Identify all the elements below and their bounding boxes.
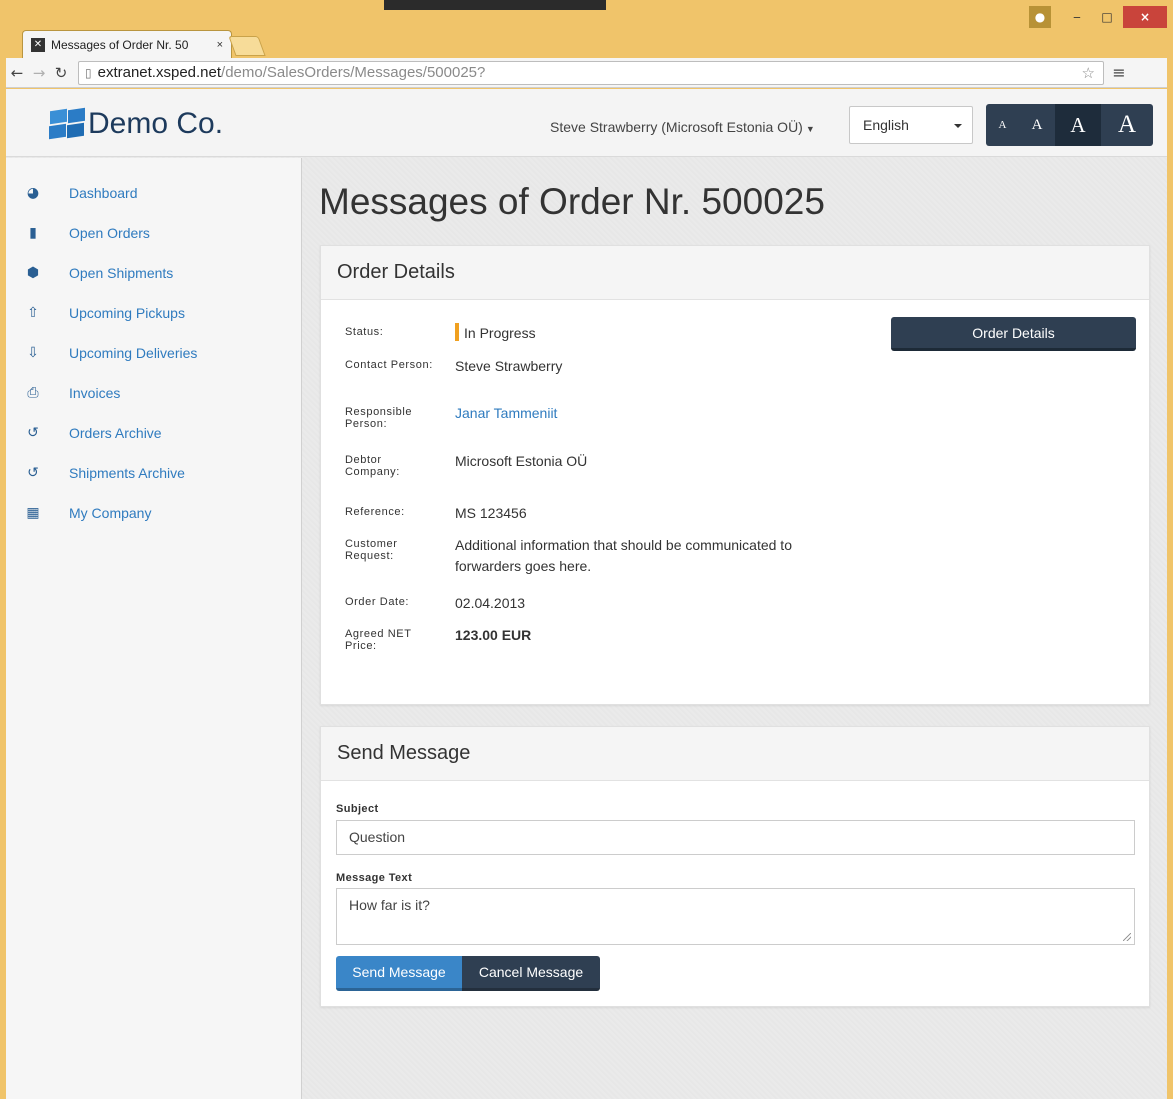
dashboard-icon: ◕ xyxy=(26,185,40,201)
sidebar-item-label: Upcoming Pickups xyxy=(69,305,185,321)
sidebar-item-orders-archive[interactable]: ↺ Orders Archive xyxy=(24,419,162,447)
title-strip xyxy=(384,0,606,10)
minimize-icon[interactable]: ‒ xyxy=(1063,6,1091,28)
sidebar-item-label: My Company xyxy=(69,505,152,521)
reference-label: Reference: xyxy=(345,506,405,518)
send-message-panel: Send Message Subject Question Message Te… xyxy=(320,726,1150,1007)
page-title: Messages of Order Nr. 500025 xyxy=(319,181,825,222)
maximize-icon[interactable]: □ xyxy=(1093,6,1121,28)
price-label: Agreed NET Price: xyxy=(345,628,412,652)
windows-logo-icon xyxy=(46,107,86,140)
url-path: /demo/SalesOrders/Messages/500025? xyxy=(221,64,486,81)
contact-label: Contact Person: xyxy=(345,359,433,371)
user-profile-icon[interactable]: ● xyxy=(1029,6,1051,28)
new-tab-button[interactable] xyxy=(228,36,266,56)
language-select[interactable]: English xyxy=(849,106,973,144)
sidebar-item-shipments-archive[interactable]: ↺ Shipments Archive xyxy=(24,459,185,487)
browser-window: ✕ Messages of Order Nr. 50 × ● ‒ □ × ← →… xyxy=(0,0,1173,1099)
font-size-switcher: A A A A xyxy=(986,104,1153,146)
debtor-value: Microsoft Estonia OÜ xyxy=(455,453,588,469)
chevron-down-icon xyxy=(954,124,962,128)
sidebar-item-label: Invoices xyxy=(69,385,121,401)
sidebar-item-upcoming-deliveries[interactable]: ⇩ Upcoming Deliveries xyxy=(24,339,197,367)
window-controls: ● ‒ □ × xyxy=(1029,6,1167,28)
browser-tab[interactable]: ✕ Messages of Order Nr. 50 × xyxy=(22,30,232,58)
sidebar-item-label: Upcoming Deliveries xyxy=(69,345,198,361)
order-details-button[interactable]: Order Details xyxy=(891,317,1136,351)
language-value: English xyxy=(863,117,909,133)
upload-icon: ⇧ xyxy=(27,305,39,321)
forward-icon[interactable]: → xyxy=(28,64,50,82)
responsible-label: Responsible Person: xyxy=(345,406,413,430)
font-size-s-button[interactable]: A xyxy=(1019,104,1055,146)
sidebar-item-label: Orders Archive xyxy=(69,425,162,441)
user-menu[interactable]: Steve Strawberry (Microsoft Estonia OÜ) ▼ xyxy=(550,119,815,135)
responsible-link[interactable]: Janar Tammeniit xyxy=(455,403,875,424)
app-header: Demo Co. Steve Strawberry (Microsoft Est… xyxy=(6,89,1167,157)
sidebar-item-label: Dashboard xyxy=(69,185,138,201)
message-text-value: How far is it? xyxy=(349,897,430,913)
building-icon: ▦ xyxy=(26,505,40,521)
resize-handle[interactable] xyxy=(1123,933,1131,941)
browser-toolbar: ← → ↻ ▯ extranet.xsped.net/demo/SalesOrd… xyxy=(6,58,1167,88)
address-bar[interactable]: ▯ extranet.xsped.net/demo/SalesOrders/Me… xyxy=(78,60,1104,85)
document-icon: ▮ xyxy=(29,225,37,241)
sidebar: ◕ Dashboard ▮ Open Orders ⬢ Open Shipmen… xyxy=(6,158,302,1099)
app: Demo Co. Steve Strawberry (Microsoft Est… xyxy=(6,89,1167,1099)
send-message-button[interactable]: Send Message xyxy=(336,956,462,991)
status-value: In Progress xyxy=(455,323,875,344)
date-label: Order Date: xyxy=(345,596,410,608)
browser-menu-icon[interactable]: ≡ xyxy=(1108,63,1130,82)
reload-icon[interactable]: ↻ xyxy=(50,64,72,82)
subject-label: Subject xyxy=(336,803,379,815)
subject-input[interactable]: Question xyxy=(336,820,1135,855)
sidebar-item-label: Open Shipments xyxy=(69,265,174,281)
request-value: Additional information that should be co… xyxy=(455,537,792,574)
sidebar-item-open-orders[interactable]: ▮ Open Orders xyxy=(24,219,150,247)
user-name: Steve Strawberry (Microsoft Estonia OÜ) xyxy=(550,119,803,135)
reference-value: MS 123456 xyxy=(455,505,527,521)
favicon-icon: ✕ xyxy=(31,37,45,52)
url-host: extranet.xsped.net xyxy=(97,64,222,81)
cube-icon: ⬢ xyxy=(26,265,40,281)
sidebar-item-label: Shipments Archive xyxy=(69,465,185,481)
sidebar-item-upcoming-pickups[interactable]: ⇧ Upcoming Pickups xyxy=(24,299,185,327)
close-window-icon[interactable]: × xyxy=(1123,6,1167,28)
download-icon: ⇩ xyxy=(27,345,39,361)
font-size-xs-button[interactable]: A xyxy=(986,104,1019,146)
debtor-label: Debtor Company: xyxy=(345,454,400,478)
contact-value: Steve Strawberry xyxy=(455,358,563,374)
page-icon: ▯ xyxy=(85,65,92,80)
request-label: Customer Request: xyxy=(345,538,398,562)
logo[interactable]: Demo Co. xyxy=(46,107,223,141)
user-caret-icon: ▼ xyxy=(805,124,815,134)
price-value: 123.00 EUR xyxy=(455,627,532,643)
sidebar-item-label: Open Orders xyxy=(69,225,150,241)
font-size-l-button[interactable]: A xyxy=(1101,104,1153,146)
cancel-message-button[interactable]: Cancel Message xyxy=(462,956,600,991)
panel-heading: Send Message xyxy=(321,727,1149,781)
message-actions: Send Message Cancel Message xyxy=(336,956,600,991)
sidebar-item-my-company[interactable]: ▦ My Company xyxy=(24,499,151,527)
sidebar-item-open-shipments[interactable]: ⬢ Open Shipments xyxy=(24,259,173,287)
sidebar-item-invoices[interactable]: ⎙ Invoices xyxy=(24,379,120,407)
order-details-panel: Order Details Order Details Status: In P… xyxy=(320,245,1150,705)
history-icon: ↺ xyxy=(27,425,39,441)
logo-text: Demo Co. xyxy=(88,107,224,140)
status-text: In Progress xyxy=(464,325,536,341)
message-text-area[interactable]: How far is it? xyxy=(336,888,1135,945)
panel-heading: Order Details xyxy=(321,246,1149,300)
bookmark-star-icon[interactable]: ☆ xyxy=(1082,64,1095,82)
font-size-m-button[interactable]: A xyxy=(1055,104,1101,146)
date-value: 02.04.2013 xyxy=(455,595,526,611)
tab-close-icon[interactable]: × xyxy=(217,39,223,51)
message-text-label: Message Text xyxy=(336,872,413,884)
sidebar-item-dashboard[interactable]: ◕ Dashboard xyxy=(24,179,138,207)
back-icon[interactable]: ← xyxy=(6,64,28,82)
status-indicator xyxy=(455,323,459,341)
tab-title: Messages of Order Nr. 50 xyxy=(51,37,189,52)
pdf-icon: ⎙ xyxy=(27,385,39,401)
history-icon: ↺ xyxy=(27,465,39,481)
status-label: Status: xyxy=(345,326,384,338)
